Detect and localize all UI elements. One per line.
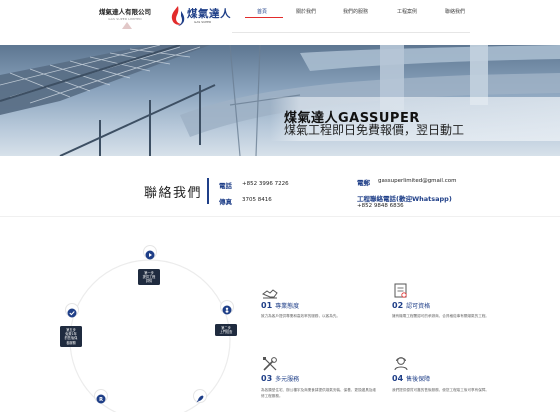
contact-divider-bar: [207, 178, 209, 204]
company-name: 煤氣達人有限公司: [99, 8, 151, 16]
nav-item-home[interactable]: 首頁: [257, 8, 267, 15]
company-logo-text[interactable]: 煤氣達人有限公司 GAS SUPER LIMITED: [92, 6, 158, 30]
user-step-icon[interactable]: [220, 300, 234, 315]
feature-01-desc: 致力為客戶提供專業和高效率的服務，以客為先。: [261, 314, 341, 318]
nav-active-underline: [245, 17, 283, 18]
feature-04-label: 售後保障: [406, 376, 431, 383]
whatsapp-label: 工程聯絡電話(歡迎Whatsapp): [357, 195, 452, 203]
feature-04-title: 04 售後保障: [392, 374, 430, 383]
feature-03-label: 多元服務: [275, 376, 300, 383]
feature-03-title: 03 多元服務: [261, 374, 299, 383]
step1-line3: 詳情: [145, 279, 153, 284]
feature-02-label: 認可資格: [406, 303, 431, 310]
check-step-icon[interactable]: [65, 303, 79, 318]
email-label: 電郵: [357, 179, 370, 187]
feature-03-desc: 為各類型住宅、辦公樓宇及商業食肆提供煤氣安裝、保養、更換爐具及維修工程服務。: [261, 388, 376, 398]
play-step-icon[interactable]: [143, 245, 157, 260]
feature-02-desc: 擁有機電工程署認可的承辦商，合資格從事有關煤氣的工程。: [392, 314, 490, 318]
phone-value[interactable]: +852 3996 7226: [242, 181, 289, 187]
brand-sub: GAS SUPER: [194, 20, 212, 24]
brand-name: 煤氣達人: [187, 8, 231, 20]
email-value[interactable]: gassuperlimited@gmail.com: [378, 178, 456, 184]
logo-triangle-icon: [122, 22, 132, 29]
feature-02-num: 02: [392, 301, 404, 310]
nav-item-about[interactable]: 關於我們: [296, 8, 316, 15]
feature-01-num: 01: [261, 301, 273, 310]
company-name-en: GAS SUPER LIMITED: [108, 17, 142, 21]
flame-icon: [171, 6, 185, 26]
step2-box: 第二步 上門檢查: [215, 324, 237, 336]
nav-item-projects[interactable]: 工程案例: [397, 8, 417, 15]
step2-line2: 上門檢查: [219, 329, 233, 334]
whatsapp-value[interactable]: +852 9848 6836: [357, 203, 404, 209]
support-agent-icon: [394, 357, 408, 371]
section-divider: [0, 216, 560, 217]
process-diagram: [0, 224, 250, 412]
nav-item-contact[interactable]: 聯絡我們: [445, 8, 465, 15]
registered-step-icon[interactable]: R: [94, 389, 108, 404]
svg-text:R: R: [99, 397, 103, 403]
feature-02-title: 02 認可資格: [392, 301, 430, 310]
tools-icon: [263, 357, 277, 371]
rocket-step-icon[interactable]: [193, 389, 207, 403]
contact-heading: 聯絡我們: [144, 186, 203, 201]
feature-01-title: 01 專業態度: [261, 301, 299, 310]
phone-label: 電話: [219, 182, 232, 190]
feature-04-desc: 我們提供優質可靠的售後服務，使您工程竣工後可享有保障。: [392, 388, 490, 392]
hero-subtitle: 煤氣工程即日免費報價，翌日動工: [284, 123, 465, 137]
nav-divider: [232, 32, 470, 33]
step1-box: 第一步 提供工程 詳情: [138, 269, 160, 286]
fax-label: 傳真: [219, 198, 232, 206]
feature-04-num: 04: [392, 374, 404, 383]
site-header: 煤氣達人有限公司 GAS SUPER LIMITED 煤氣達人 GAS SUPE…: [0, 0, 560, 44]
certificate-icon: [394, 283, 407, 298]
hero-banner: [0, 45, 560, 156]
step5-line4: 養服務: [66, 340, 76, 345]
feature-01-label: 專業態度: [275, 303, 300, 310]
brand-logo[interactable]: 煤氣達人 GAS SUPER: [168, 3, 234, 31]
step5-box: 第五步 免費1年 的售後保 養服務: [60, 326, 82, 347]
fax-value: 3705 8416: [242, 197, 272, 203]
nav-item-services[interactable]: 我們的服務: [343, 8, 368, 15]
handshake-icon: [262, 289, 278, 299]
process-ring: [69, 259, 231, 412]
feature-03-num: 03: [261, 374, 273, 383]
